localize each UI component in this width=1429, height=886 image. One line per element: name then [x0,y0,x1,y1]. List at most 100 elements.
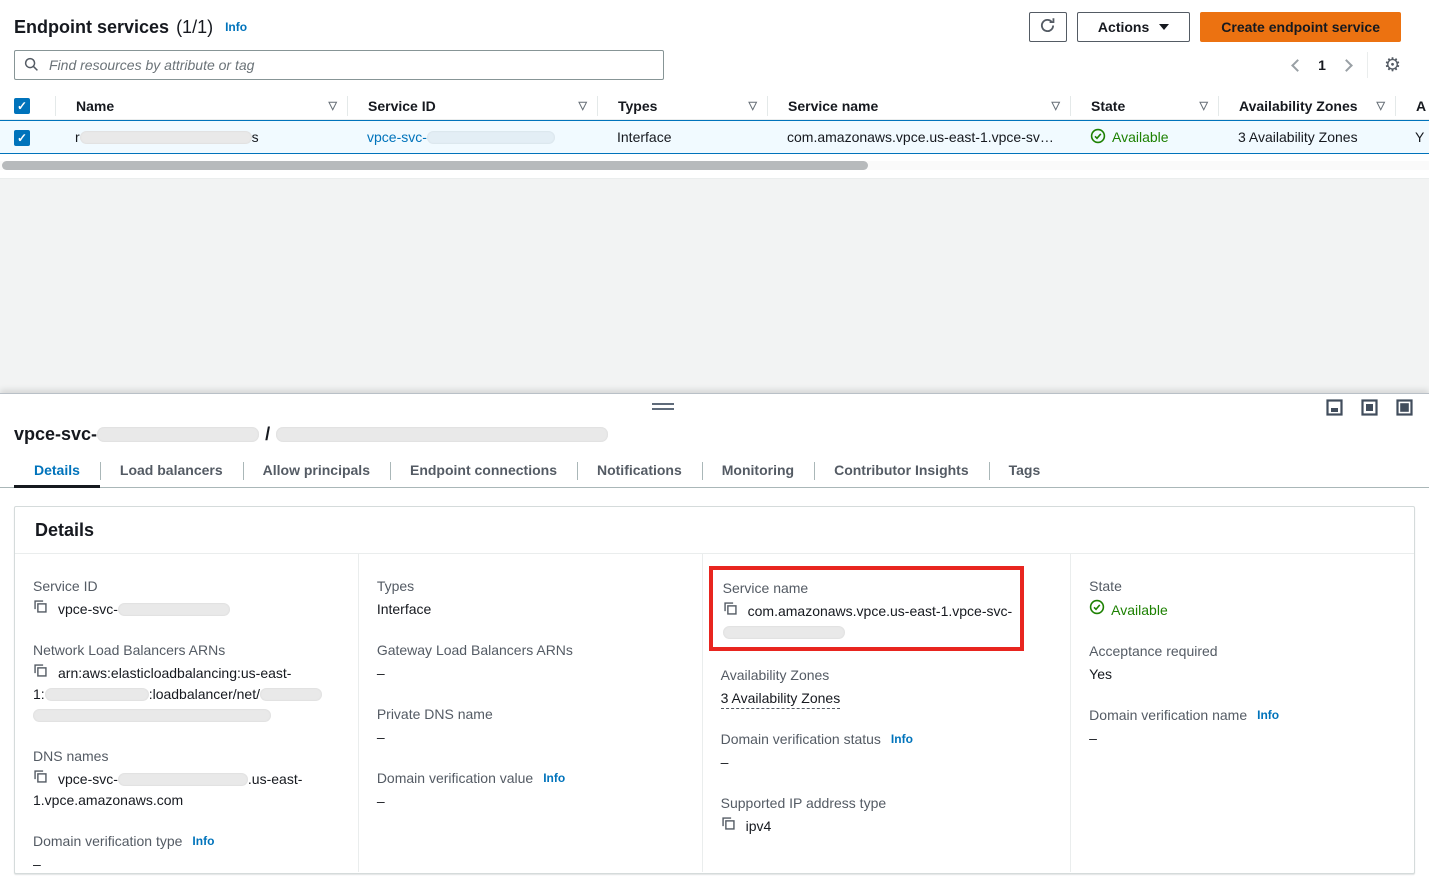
info-link[interactable]: Info [1257,705,1279,725]
create-endpoint-service-button[interactable]: Create endpoint service [1200,12,1401,42]
redacted-name [276,427,608,442]
arn-line1: arn:aws:elasticloadbalancing:us-east- [58,663,291,684]
previous-page-icon[interactable] [1291,59,1304,72]
column-header-service-id[interactable]: Service ID ▽ [347,96,597,116]
field-value: – [721,752,1051,773]
pagination: 1 ⚙ [1293,52,1401,78]
column-header-acceptance[interactable]: A [1395,96,1429,116]
field-label: Domain verification name [1089,705,1247,725]
search-icon [24,57,39,75]
field-supported-ip: Supported IP address type ipv4 [721,793,1051,837]
copy-icon[interactable] [33,769,48,790]
info-link[interactable]: Info [891,729,913,749]
details-card: Details Service ID vpce-svc- Network Loa… [14,506,1415,874]
page-info-link[interactable]: Info [225,20,247,34]
field-label: Network Load Balancers ARNs [33,640,338,660]
row-checkbox[interactable]: ✓ [14,130,30,146]
select-all-checkbox[interactable]: ✓ [14,98,30,114]
arn-line3 [33,705,338,726]
field-types: Types Interface [377,576,682,620]
field-domain-verification-name: Domain verification name Info – [1089,705,1394,749]
current-page[interactable]: 1 [1318,57,1326,73]
success-check-icon [1089,599,1105,621]
details-column-1: Service ID vpce-svc- Network Load Balanc… [15,554,358,872]
success-check-icon [1090,128,1106,147]
copy-icon[interactable] [723,601,738,622]
refresh-button[interactable] [1029,12,1067,42]
tab-endpoint-connections[interactable]: Endpoint connections [390,457,577,487]
row-service-name-cell: com.amazonaws.vpce.us-east-1.vpce-sv… [767,129,1070,145]
column-header-types[interactable]: Types ▽ [597,96,767,116]
filter-icon[interactable]: ▽ [1052,99,1060,112]
availability-zones-popover[interactable]: 3 Availability Zones [1238,129,1358,145]
field-label: Domain verification status [721,729,881,749]
redacted-service-id [427,131,555,144]
info-link[interactable]: Info [192,831,214,851]
filter-icon[interactable]: ▽ [1377,99,1385,112]
field-label: Supported IP address type [721,793,1051,813]
field-dns-names: DNS names vpce-svc-.us-east- 1.vpce.amaz… [33,746,338,811]
row-types-cell: Interface [597,129,767,145]
filter-icon[interactable]: ▽ [749,99,757,112]
redacted-id [97,427,259,442]
horizontal-scrollbar [0,161,1429,170]
table-row[interactable]: ✓ r s vpce-svc- Interface com.amazonaws.v… [0,120,1429,154]
field-value: – [33,854,338,875]
select-all-cell: ✓ [0,96,55,116]
service-name-highlight-box: Service name com.amazonaws.vpce.us-east-… [709,566,1025,651]
search-field-wrap [14,50,664,80]
tab-details[interactable]: Details [14,457,100,488]
field-value: – [1089,728,1394,749]
details-card-body: Service ID vpce-svc- Network Load Balanc… [15,554,1414,872]
redacted-lb-name [260,688,322,701]
settings-gear-icon[interactable]: ⚙ [1384,56,1401,75]
filter-icon[interactable]: ▽ [579,99,587,112]
field-glb-arns: Gateway Load Balancers ARNs – [377,640,682,684]
redacted-dns [118,773,248,786]
page-header: Endpoint services (1/1) Info Actions Cre… [0,0,1429,42]
panel-size-small-icon[interactable] [1326,399,1343,419]
redacted-service-name [723,626,845,639]
tab-monitoring[interactable]: Monitoring [702,457,814,487]
column-header-state[interactable]: State ▽ [1070,96,1218,116]
next-page-icon[interactable] [1340,59,1353,72]
field-label: Service name [723,578,1013,598]
copy-icon[interactable] [33,599,48,620]
name-suffix: s [252,129,259,145]
column-header-availability-zones[interactable]: Availability Zones ▽ [1218,96,1395,116]
field-label: Service ID [33,576,338,596]
panel-drag-handle-icon[interactable] [652,403,674,413]
tab-notifications[interactable]: Notifications [577,457,702,487]
service-name-line2 [723,622,1013,643]
availability-zones-popover[interactable]: 3 Availability Zones [721,690,841,709]
search-input[interactable] [14,50,664,80]
copy-icon[interactable] [33,663,48,684]
column-header-name[interactable]: Name ▽ [55,96,347,116]
info-link[interactable]: Info [543,768,565,788]
details-column-3: Service name com.amazonaws.vpce.us-east-… [702,554,1071,872]
copy-icon[interactable] [721,816,736,837]
field-label: Private DNS name [377,704,682,724]
field-value: – [377,791,682,812]
horizontal-scrollbar-thumb[interactable] [2,161,868,170]
actions-button[interactable]: Actions [1077,12,1190,42]
column-header-service-name[interactable]: Service name ▽ [767,96,1070,116]
tab-allow-principals[interactable]: Allow principals [243,457,390,487]
filter-icon[interactable]: ▽ [329,99,337,112]
filter-icon[interactable]: ▽ [1200,99,1208,112]
tab-tags[interactable]: Tags [989,457,1061,487]
arn-line2-prefix: 1: [33,686,45,702]
row-service-id-cell: vpce-svc- [347,129,597,145]
panel-size-medium-icon[interactable] [1361,399,1378,419]
state-value: Available [1111,600,1168,621]
tab-contributor-insights[interactable]: Contributor Insights [814,457,989,487]
column-label: Service ID [368,98,436,114]
tab-load-balancers[interactable]: Load balancers [100,457,243,487]
field-label: State [1089,576,1394,596]
service-name-value: com.amazonaws.vpce.us-east-1.vpce-svc- [748,601,1013,622]
detail-split-panel: vpce-svc-/ Details Load balancers Allow … [0,393,1429,886]
dns-prefix: vpce-svc- [58,769,118,790]
service-id-link[interactable]: vpce-svc- [367,129,555,145]
name-prefix: r [75,129,80,145]
panel-size-large-icon[interactable] [1396,399,1413,419]
